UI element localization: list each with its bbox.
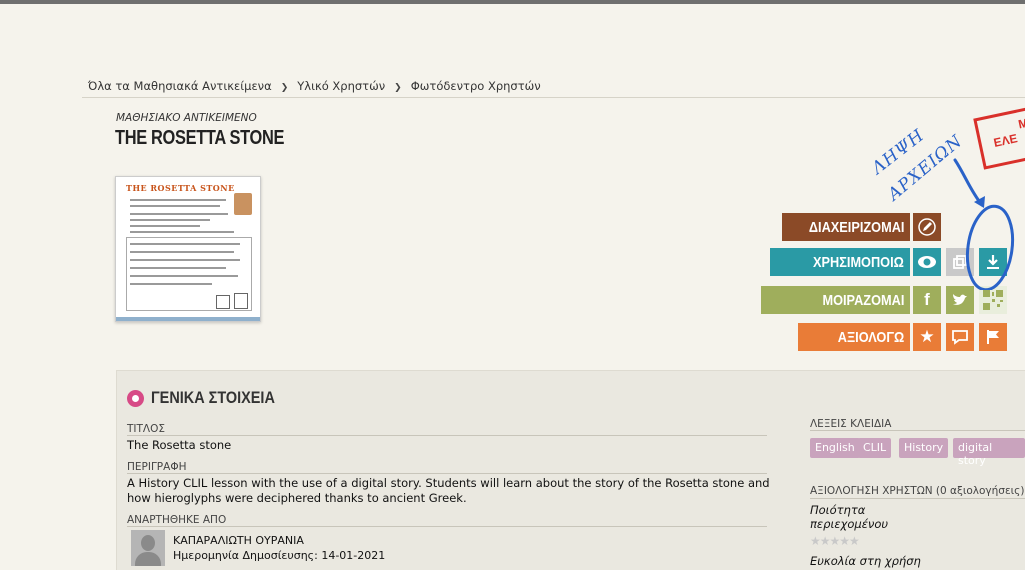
thumbnail-line [130,243,240,245]
keyword-tag[interactable]: History [899,438,949,458]
general-info-heading: ΓΕΝΙΚΑ ΣΤΟΙΧΕΙΑ [127,388,297,408]
manage-button[interactable]: ΔΙΑΧΕΙΡΙΖΟΜΑΙ [782,213,910,241]
flag-icon[interactable] [979,323,1007,351]
thumbnail-title: THE ROSETTA STONE [126,183,235,193]
manage-label: ΔΙΑΧΕΙΡΙΖΟΜΑΙ [808,218,904,236]
avatar [131,530,165,566]
divider [127,473,767,474]
title-label: ΤΙΤΛΟΣ [127,423,166,435]
breadcrumb-user-photodentro[interactable]: Φωτόδεντρο Χρηστών [411,79,541,93]
divider [127,435,767,436]
publication-date: Ημερομηνία Δημοσίευσης: 14-01-2021 [173,549,386,562]
breadcrumb-all-objects[interactable]: Όλα τα Μαθησιακά Αντικείμενα [88,79,272,93]
comment-icon[interactable] [946,323,974,351]
share-label: ΜΟΙΡΑΖΟΜΑΙ [822,291,904,309]
twitter-icon[interactable] [946,286,974,314]
use-label: ΧΡΗΣΙΜΟΠΟΙΩ [813,253,904,271]
divider [810,430,1025,431]
breadcrumb-user-material[interactable]: Υλικό Χρηστών [297,79,385,93]
use-button[interactable]: ΧΡΗΣΙΜΟΠΟΙΩ [770,248,910,276]
thumbnail-line [130,231,234,233]
page-title: THE ROSETTA STONE [115,127,285,149]
eye-icon[interactable] [913,248,941,276]
title-value: The Rosetta stone [127,438,232,452]
thumbnail-line [130,267,226,269]
thumbnail-image [234,193,252,215]
thumbnail-line [130,259,240,261]
thumbnail-line [130,199,226,201]
description-label: ΠΕΡΙΓΡΑΦΗ [127,461,187,473]
posted-by-label: ΑΝΑΡΤΗΘΗΚΕ ΑΠΟ [127,514,227,526]
quality-label: Ποιότητα περιεχομένου [810,503,889,531]
keyword-tag[interactable]: CLIL [858,438,892,458]
keyword-tag[interactable]: digital story [953,438,1025,467]
divider [810,498,1025,499]
keywords-label: ΛΕΞΕΙΣ ΚΛΕΙΔΙΑ [810,418,892,430]
author-name[interactable]: ΚΑΠΑΡΑΛΙΩΤΗ ΟΥΡΑΝΙΑ [173,534,304,547]
thumbnail-line [130,251,234,253]
divider [127,526,767,527]
thumbnail-line [130,225,200,227]
thumbnail-line [130,219,210,221]
top-border [0,0,1025,4]
pencil-icon[interactable] [913,213,941,241]
object-thumbnail[interactable]: THE ROSETTA STONE [115,176,261,322]
qr-code-icon[interactable] [979,286,1007,314]
divider [82,97,1025,98]
user-ratings-label: ΑΞΙΟΛΟΓΗΣΗ ΧΡΗΣΤΩΝ (0 αξιολογήσεις) [810,485,1025,497]
ease-label: Ευκολία στη χρήση [810,554,921,568]
chevron-right-icon: ❯ [280,83,289,93]
thumbnail-glyph [216,295,230,309]
chevron-right-icon: ❯ [394,83,402,93]
object-type-label: ΜΑΘΗΣΙΑΚΟ ΑΝΤΙΚΕΙΜΕΝΟ [116,112,257,124]
breadcrumb: Όλα τα Μαθησιακά Αντικείμενα ❯ Υλικό Χρηστ… [88,79,541,93]
thumbnail-glyph [234,293,248,309]
keyword-tag[interactable]: English [810,438,860,458]
quality-stars: ★★★★★ [810,534,860,548]
rate-label: ΑΞΙΟΛΟΓΩ [837,328,904,346]
facebook-icon[interactable]: f [913,286,941,314]
section-heading: ΓΕΝΙΚΑ ΣΤΟΙΧΕΙΑ [151,388,275,407]
star-icon[interactable]: ★ [913,323,941,351]
share-button[interactable]: ΜΟΙΡΑΖΟΜΑΙ [761,286,910,314]
description-value: A History CLIL lesson with the use of a … [127,476,770,505]
rate-button[interactable]: ΑΞΙΟΛΟΓΩ [798,323,910,351]
annotation-arrow-icon [953,158,1015,290]
thumbnail-line [130,213,228,215]
thumbnail-line [130,205,220,207]
gear-icon [127,389,144,407]
thumbnail-footer [116,317,260,321]
thumbnail-line [130,283,212,285]
thumbnail-line [130,275,238,277]
